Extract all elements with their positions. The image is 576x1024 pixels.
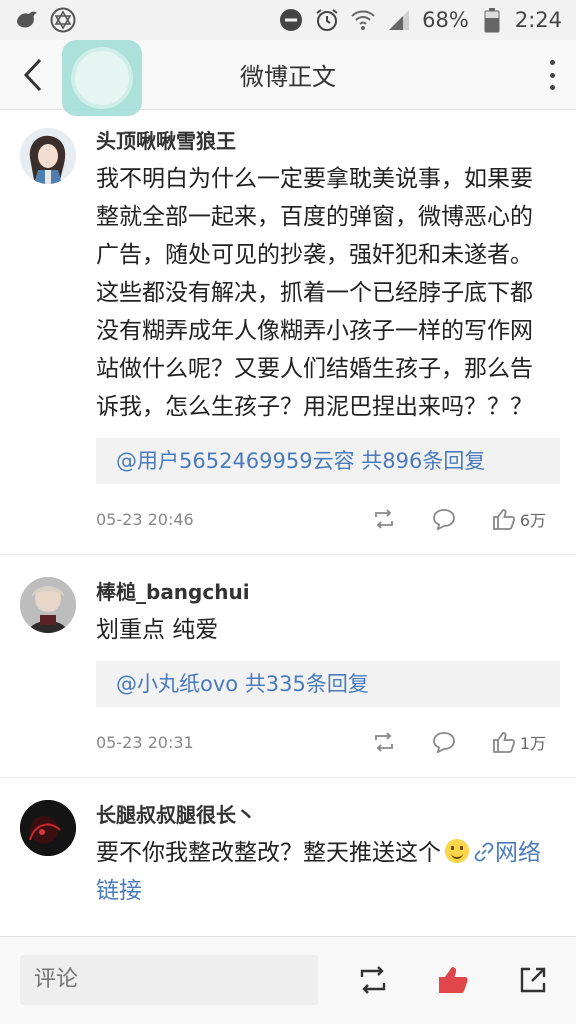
repost-icon — [360, 966, 386, 994]
status-left-icons — [14, 7, 76, 33]
comment-item: 头顶啾啾雪狼王 我不明白为什么一定要拿耽美说事，如果要整就全部一起来，百度的弹窗… — [0, 110, 576, 555]
comment-text: 要不你我整改整改？整天推送这个 网络链接 — [96, 834, 546, 910]
like-count: 6万 — [519, 511, 546, 530]
comment-input[interactable] — [20, 955, 318, 1005]
repost-button[interactable] — [372, 508, 396, 530]
avatar[interactable] — [20, 800, 76, 856]
comment-username[interactable]: 棒槌_bangchui — [96, 577, 546, 607]
star-of-david-icon — [50, 7, 76, 33]
avatar[interactable] — [20, 577, 76, 633]
thumbs-up-icon — [492, 509, 515, 530]
more-dot-icon — [549, 72, 555, 78]
like-post-button[interactable] — [436, 963, 470, 997]
status-right: 68% 2:24 — [278, 7, 562, 33]
smile-emoji-icon — [445, 839, 469, 863]
share-button[interactable] — [516, 963, 550, 997]
reply-button[interactable] — [432, 731, 456, 753]
repost-button[interactable] — [372, 731, 396, 753]
comment-text: 划重点 纯爱 — [96, 617, 219, 643]
signal-icon — [386, 7, 412, 33]
repost-icon — [374, 732, 393, 752]
comment-username[interactable]: 长腿叔叔腿很长丶 — [96, 800, 546, 830]
comment-username[interactable]: 头顶啾啾雪狼王 — [96, 126, 546, 156]
more-dot-icon — [549, 85, 555, 90]
back-arrow-icon — [23, 58, 42, 92]
comment-time: 05-23 20:31 — [96, 732, 194, 752]
comment-bubble-icon — [432, 732, 455, 753]
like-count: 1万 — [519, 734, 546, 753]
comment-time: 05-23 20:46 — [96, 509, 194, 529]
do-not-disturb-icon — [278, 7, 304, 33]
comment-text: 我不明白为什么一定要拿耽美说事，如果要整就全部一起来，百度的弹窗，微博恶心的广告… — [96, 166, 533, 420]
bottom-action-bar — [0, 936, 576, 1024]
comment-bubble-icon — [432, 509, 455, 530]
comment-item: 长腿叔叔腿很长丶 要不你我整改整改？整天推送这个 网络链接 — [0, 778, 576, 910]
comment-meta: 05-23 20:46 6万 — [96, 484, 546, 554]
repost-button[interactable] — [356, 963, 390, 997]
comment-list: 头顶啾啾雪狼王 我不明白为什么一定要拿耽美说事，如果要整就全部一起来，百度的弹窗… — [0, 110, 576, 936]
bird-notification-icon — [14, 7, 40, 33]
alarm-icon — [314, 7, 340, 33]
floating-assistive-button[interactable] — [62, 40, 142, 116]
reply-summary[interactable]: @小丸纸ovo 共335条回复 — [96, 661, 560, 707]
more-options-button[interactable] — [542, 56, 562, 94]
share-icon — [520, 967, 546, 993]
status-time: 2:24 — [514, 8, 562, 32]
thumbs-up-icon — [439, 967, 468, 993]
wifi-icon — [350, 7, 376, 33]
battery-icon — [479, 7, 505, 33]
link-icon — [474, 842, 494, 862]
like-button[interactable]: 1万 — [492, 730, 546, 754]
thumbs-up-icon — [492, 732, 515, 753]
battery-percent: 68% — [422, 8, 469, 32]
comment-item: 棒槌_bangchui 划重点 纯爱 @小丸纸ovo 共335条回复 05-23… — [0, 555, 576, 778]
back-button[interactable] — [18, 57, 48, 93]
repost-icon — [374, 509, 393, 529]
avatar[interactable] — [20, 128, 76, 184]
like-button[interactable]: 6万 — [492, 507, 546, 531]
comment-meta: 05-23 20:31 1万 — [96, 707, 546, 777]
more-dot-icon — [549, 60, 555, 65]
floating-ball-icon — [75, 51, 129, 105]
status-bar: 68% 2:24 — [0, 0, 576, 40]
reply-button[interactable] — [432, 508, 456, 530]
reply-summary[interactable]: @用户5652469959云容 共896条回复 — [96, 438, 560, 484]
comment-text-body: 要不你我整改整改？整天推送这个 — [96, 840, 441, 866]
